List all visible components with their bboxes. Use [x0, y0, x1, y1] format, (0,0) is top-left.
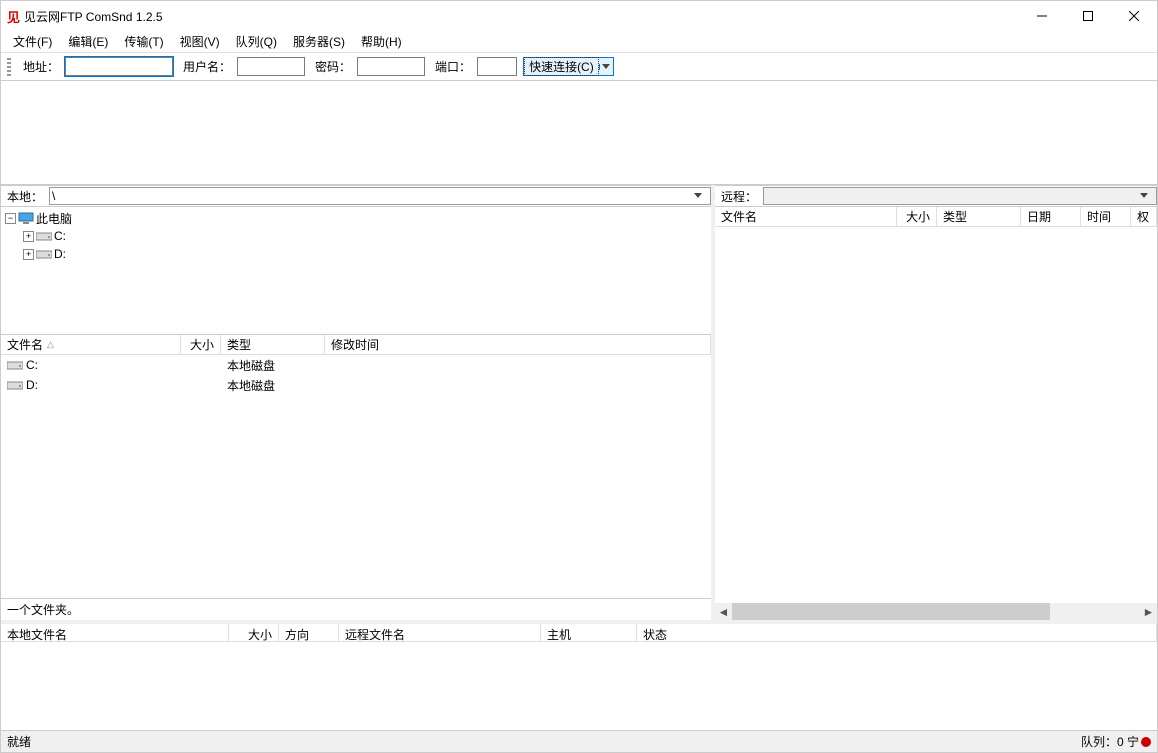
remote-file-list[interactable]	[715, 227, 1157, 603]
tree-expand-icon[interactable]: +	[23, 231, 34, 242]
menu-bar: 文件(F) 编辑(E) 传输(T) 视图(V) 队列(Q) 服务器(S) 帮助(…	[1, 31, 1157, 53]
local-path-value: \	[52, 189, 55, 203]
queue-list[interactable]	[1, 642, 1157, 730]
col-type[interactable]: 类型	[937, 207, 1021, 226]
col-mtime[interactable]: 修改时间	[325, 335, 711, 354]
tree-drive-d[interactable]: D:	[54, 247, 66, 261]
col-size[interactable]: 大小	[897, 207, 937, 226]
scroll-track[interactable]	[732, 603, 1140, 620]
local-list-header: 文件名△ 大小 类型 修改时间	[1, 335, 711, 355]
remote-list-header: 文件名 大小 类型 日期 时间 权	[715, 207, 1157, 227]
status-queue: 队列：0 宁	[1081, 733, 1139, 750]
tree-expand-icon[interactable]: +	[23, 249, 34, 260]
queue-indicator-icon	[1141, 737, 1151, 747]
local-panel: 本地： \ − 此电脑 + C: +	[1, 185, 715, 620]
menu-queue[interactable]: 队列(Q)	[228, 31, 285, 52]
port-label: 端口：	[435, 58, 471, 75]
col-host[interactable]: 主机	[541, 624, 637, 641]
col-direction[interactable]: 方向	[279, 624, 339, 641]
username-label: 用户名：	[183, 58, 231, 75]
address-label: 地址：	[23, 58, 59, 75]
app-logo-icon: 见	[7, 7, 20, 26]
local-label: 本地：	[1, 188, 49, 205]
col-type[interactable]: 类型	[221, 335, 325, 354]
menu-file[interactable]: 文件(F)	[5, 31, 60, 52]
menu-server[interactable]: 服务器(S)	[285, 31, 353, 52]
status-bar: 就绪 队列：0 宁	[1, 730, 1157, 752]
col-size[interactable]: 大小	[181, 335, 221, 354]
chevron-down-icon[interactable]	[1140, 193, 1154, 199]
status-ready: 就绪	[7, 733, 31, 750]
scroll-right-icon[interactable]: ►	[1140, 603, 1157, 620]
tree-root-label[interactable]: 此电脑	[36, 210, 72, 227]
remote-path-combo[interactable]	[763, 187, 1157, 205]
remote-horizontal-scrollbar[interactable]: ◄ ►	[715, 603, 1157, 620]
remote-panel: 远程： 文件名 大小 类型 日期 时间 权 ◄ ►	[715, 185, 1157, 620]
maximize-button[interactable]	[1065, 1, 1111, 31]
log-pane	[1, 81, 1157, 185]
title-bar: 见 见云网FTP ComSnd 1.2.5	[1, 1, 1157, 31]
password-label: 密码：	[315, 58, 351, 75]
list-item[interactable]: C: 本地磁盘	[1, 355, 711, 375]
col-remotefile[interactable]: 远程文件名	[339, 624, 541, 641]
list-item[interactable]: D: 本地磁盘	[1, 375, 711, 395]
local-tree[interactable]: − 此电脑 + C: + D:	[1, 207, 711, 335]
tree-drive-c[interactable]: C:	[54, 229, 66, 243]
minimize-button[interactable]	[1019, 1, 1065, 31]
menu-help[interactable]: 帮助(H)	[353, 31, 410, 52]
password-input[interactable]	[357, 57, 425, 76]
address-input[interactable]	[65, 57, 173, 76]
col-perm[interactable]: 权	[1131, 207, 1157, 226]
port-input[interactable]	[477, 57, 517, 76]
window-title: 见云网FTP ComSnd 1.2.5	[24, 8, 163, 25]
tree-collapse-icon[interactable]: −	[5, 213, 16, 224]
computer-icon	[18, 212, 34, 224]
username-input[interactable]	[237, 57, 305, 76]
local-file-list[interactable]: C: 本地磁盘 D: 本地磁盘	[1, 355, 711, 598]
queue-header: 本地文件名 大小 方向 远程文件名 主机 状态	[1, 620, 1157, 642]
col-status[interactable]: 状态	[637, 624, 1157, 641]
chevron-down-icon[interactable]	[694, 193, 708, 199]
menu-view[interactable]: 视图(V)	[172, 31, 228, 52]
local-path-combo[interactable]: \	[49, 187, 711, 205]
quick-connect-label: 快速连接(C)	[524, 57, 599, 76]
col-filename[interactable]: 文件名	[715, 207, 897, 226]
col-date[interactable]: 日期	[1021, 207, 1081, 226]
sort-asc-icon: △	[47, 339, 54, 350]
scroll-left-icon[interactable]: ◄	[715, 603, 732, 620]
drive-icon	[7, 379, 23, 391]
quick-connect-dropdown[interactable]	[599, 64, 613, 70]
col-size[interactable]: 大小	[229, 624, 279, 641]
menu-transfer[interactable]: 传输(T)	[116, 31, 171, 52]
scroll-thumb[interactable]	[732, 603, 1050, 620]
drive-icon	[36, 248, 52, 260]
col-filename[interactable]: 文件名△	[1, 335, 181, 354]
quick-connect-button[interactable]: 快速连接(C)	[523, 57, 614, 76]
remote-label: 远程：	[715, 188, 763, 205]
close-button[interactable]	[1111, 1, 1157, 31]
col-localfile[interactable]: 本地文件名	[1, 624, 229, 641]
quick-connect-bar: 地址： 用户名： 密码： 端口： 快速连接(C)	[1, 53, 1157, 81]
col-time[interactable]: 时间	[1081, 207, 1131, 226]
toolbar-grip-icon	[7, 58, 11, 76]
drive-icon	[36, 230, 52, 242]
menu-edit[interactable]: 编辑(E)	[60, 31, 116, 52]
drive-icon	[7, 359, 23, 371]
local-summary: 一个文件夹。	[1, 598, 711, 620]
